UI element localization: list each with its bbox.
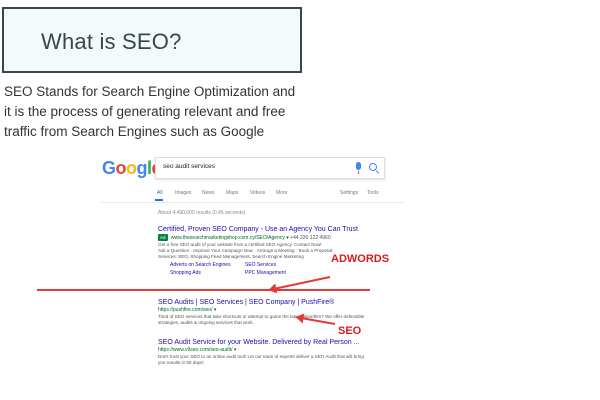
- search-tabs: All Images News Maps Videos More Setting…: [155, 190, 405, 202]
- description-line: traffic from Search Engines such as Goog…: [4, 124, 265, 139]
- page-title: What is SEO?: [41, 29, 182, 54]
- result-title[interactable]: SEO Audits | SEO Services | SEO Company …: [158, 298, 398, 307]
- tabs-divider: [100, 202, 405, 203]
- results-stats: About 4,490,000 results (0.45 seconds): [158, 210, 246, 216]
- result-url-text[interactable]: https://pushfire.com/seo/: [158, 307, 212, 313]
- search-icon[interactable]: [369, 163, 377, 171]
- seo-callout: SEO: [338, 325, 362, 337]
- ad-url[interactable]: www.thesearchmarketingshop.com.cy/SEO/Ag…: [171, 235, 285, 241]
- tab-tools[interactable]: Tools: [367, 190, 379, 196]
- ads-organic-divider: [37, 289, 370, 291]
- logo-letter: o: [126, 158, 137, 178]
- tab-settings[interactable]: Settings: [340, 190, 358, 196]
- result-title[interactable]: Certified, Proven SEO Company - Use an A…: [158, 225, 398, 234]
- result-snippet: strategies, audits & ongoing services th…: [158, 320, 255, 325]
- result-snippet: you results in 60 days!: [158, 360, 204, 365]
- description-line: it is the process of generating relevant…: [4, 104, 286, 119]
- result-title[interactable]: SEO Audit Service for your Website. Deli…: [158, 338, 398, 347]
- ad-phone[interactable]: +44 330 122 4960: [290, 235, 330, 241]
- result-url: https://www.v9seo.com/seo-audit/ ▾: [158, 347, 398, 354]
- organic-result: SEO Audits | SEO Services | SEO Company …: [158, 298, 398, 326]
- tab-maps[interactable]: Maps: [226, 190, 238, 196]
- search-input[interactable]: seo audit services: [155, 157, 385, 179]
- tab-all[interactable]: All: [157, 190, 163, 196]
- microphone-icon[interactable]: [356, 162, 361, 174]
- logo-letter: G: [102, 158, 116, 178]
- tab-videos[interactable]: Videos: [250, 190, 265, 196]
- organic-result: SEO Audit Service for your Website. Deli…: [158, 338, 398, 366]
- tab-images[interactable]: Images: [175, 190, 191, 196]
- title-box: What is SEO?: [2, 7, 302, 73]
- dropdown-icon[interactable]: ▾: [214, 307, 217, 313]
- dropdown-icon[interactable]: ▾: [286, 235, 289, 241]
- active-tab-indicator: [155, 199, 163, 201]
- logo-letter: g: [136, 158, 148, 178]
- sitelink[interactable]: PPC Management: [245, 270, 286, 276]
- result-url: Ad www.thesearchmarketingshop.com.cy/SEO…: [158, 234, 398, 242]
- description: SEO Stands for Search Engine Optimizatio…: [4, 82, 304, 142]
- result-url-text[interactable]: https://www.v9seo.com/seo-audit/: [158, 347, 232, 353]
- description-line: SEO Stands for Search Engine Optimizatio…: [4, 84, 296, 99]
- dropdown-icon[interactable]: ▾: [234, 347, 237, 353]
- sitelink[interactable]: Adverts on Search Engines: [170, 262, 231, 268]
- tab-more[interactable]: More: [276, 190, 287, 196]
- google-results-screenshot: Google seo audit services All Images New…: [100, 150, 405, 388]
- result-url: https://pushfire.com/seo/ ▾: [158, 307, 398, 314]
- search-query: seo audit services: [163, 163, 216, 170]
- tab-news[interactable]: News: [202, 190, 215, 196]
- adwords-callout: ADWORDS: [331, 253, 390, 265]
- sitelink[interactable]: Shopping Ads: [170, 270, 201, 276]
- ad-badge: Ad: [158, 234, 168, 241]
- sitelink[interactable]: SEO Services: [245, 262, 276, 268]
- ad-result: Certified, Proven SEO Company - Use an A…: [158, 225, 398, 276]
- google-logo[interactable]: Google: [102, 158, 162, 179]
- logo-letter: o: [115, 158, 127, 178]
